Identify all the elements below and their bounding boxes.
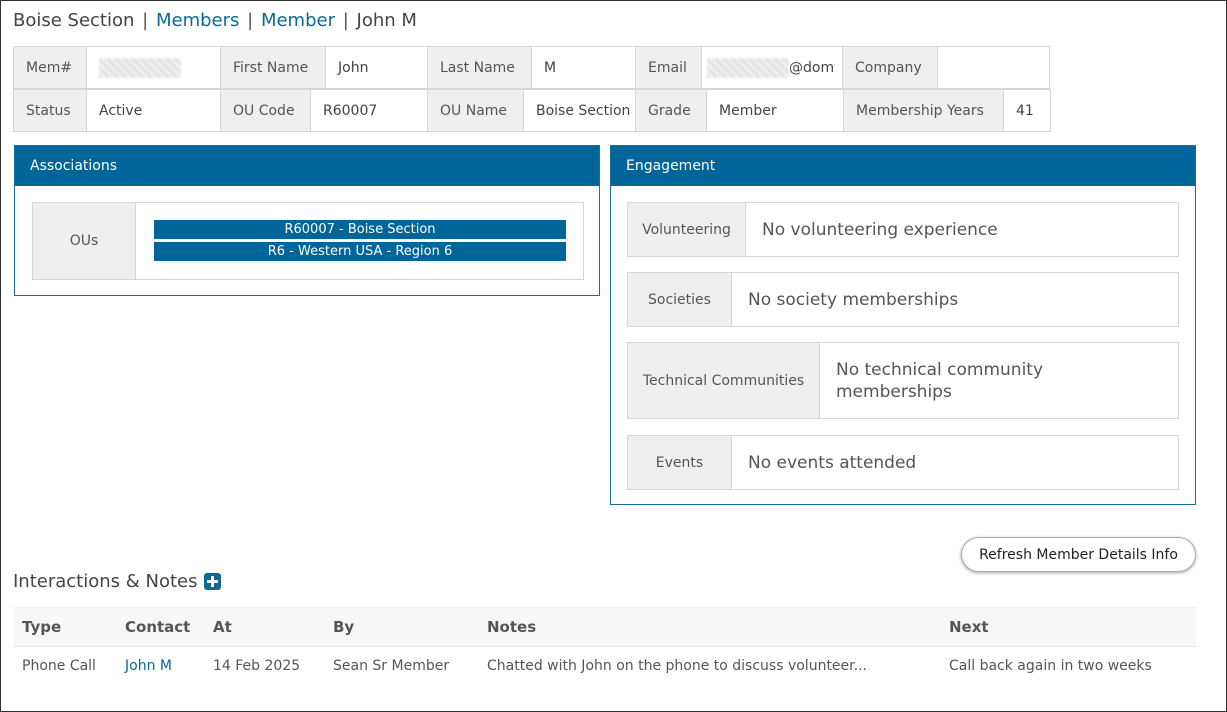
ou-tag[interactable]: R6 - Western USA - Region 6 [154,242,566,261]
engagement-societies: Societies No society memberships [627,272,1179,327]
column-header-next: Next [941,607,1196,647]
cell-type: Phone Call [22,657,96,674]
breadcrumb-separator: | [342,10,349,31]
breadcrumb-separator: | [142,10,149,31]
membership-years-label: Membership Years [843,89,1004,132]
member-info-row-1: Mem# First Name John Last Name M Email @… [13,46,1050,90]
engagement-panel: Engagement Volunteering No volunteering … [610,145,1196,505]
redacted-mem-number [99,57,181,78]
company-label: Company [842,46,938,89]
cell-contact: John M [117,647,205,685]
breadcrumb-section: Boise Section [13,10,135,31]
company-value [937,46,1050,89]
refresh-member-details-button[interactable]: Refresh Member Details Info [961,537,1196,572]
email-domain: @dom [789,59,835,76]
ou-list: R60007 - Boise Section R6 - Western USA … [136,203,566,279]
breadcrumb-members-link[interactable]: Members [156,10,239,31]
engagement-value: No volunteering experience [762,219,998,240]
mem-number-value [86,46,221,89]
status-label: Status [13,89,87,132]
engagement-title: Engagement [611,146,1195,186]
email-value: @dom [701,46,843,89]
email-label: Email [635,46,702,89]
interactions-section-title: Interactions & Notes [13,571,221,592]
mem-number-label: Mem# [13,46,87,89]
first-name-label: First Name [220,46,326,89]
ou-code-label: OU Code [220,89,311,132]
breadcrumb-separator: | [247,10,254,31]
engagement-value: No society memberships [748,289,959,310]
ous-label: OUs [33,203,136,279]
engagement-label: Volunteering [628,203,746,256]
engagement-volunteering: Volunteering No volunteering experience [627,202,1179,257]
page-frame: Boise Section | Members | Member | John … [0,0,1227,712]
status-value: Active [86,89,221,132]
member-info-row-2: Status Active OU Code R60007 OU Name Boi… [13,89,1051,133]
column-header-type: Type [14,607,117,647]
table-header-row: Type Contact At By Notes Next [14,607,1196,647]
cell-notes: Chatted with John on the phone to discus… [487,657,867,674]
breadcrumb: Boise Section | Members | Member | John … [13,10,417,31]
breadcrumb-current: John M [356,10,417,31]
breadcrumb-member-link[interactable]: Member [261,10,335,31]
contact-link[interactable]: John M [125,658,172,674]
column-header-notes: Notes [479,607,941,647]
engagement-events: Events No events attended [627,435,1179,490]
cell-by: Sean Sr Member [333,657,450,674]
associations-panel: Associations OUs R60007 - Boise Section … [14,145,600,296]
ous-box: OUs R60007 - Boise Section R6 - Western … [32,202,584,280]
column-header-at: At [205,607,325,647]
engagement-label: Events [628,436,732,489]
add-interaction-plus-icon[interactable] [203,573,221,590]
engagement-label: Technical Communities [628,343,820,418]
grade-label: Grade [635,89,707,132]
last-name-label: Last Name [427,46,532,89]
interactions-title: Interactions & Notes [13,571,198,592]
cell-next: Call back again in two weeks [949,657,1152,674]
redacted-email [707,57,789,78]
column-header-contact: Contact [117,607,205,647]
grade-value: Member [706,89,844,132]
engagement-technical-communities: Technical Communities No technical commu… [627,342,1179,419]
engagement-label: Societies [628,273,732,326]
ou-name-value: Boise Section [523,89,636,132]
ou-tag[interactable]: R60007 - Boise Section [154,220,566,239]
last-name-value: M [531,46,636,89]
interactions-table: Type Contact At By Notes Next Phone Call… [14,607,1196,685]
table-row[interactable]: Phone Call John M 14 Feb 2025 Sean Sr Me… [14,647,1196,685]
membership-years-value: 41 [1003,89,1051,132]
engagement-value: No events attended [748,452,917,473]
cell-at: 14 Feb 2025 [213,657,301,674]
associations-title: Associations [15,146,599,186]
ou-name-label: OU Name [427,89,524,132]
column-header-by: By [325,607,479,647]
first-name-value: John [325,46,428,89]
ou-code-value: R60007 [310,89,428,132]
engagement-value: No technical community memberships [836,359,1044,402]
